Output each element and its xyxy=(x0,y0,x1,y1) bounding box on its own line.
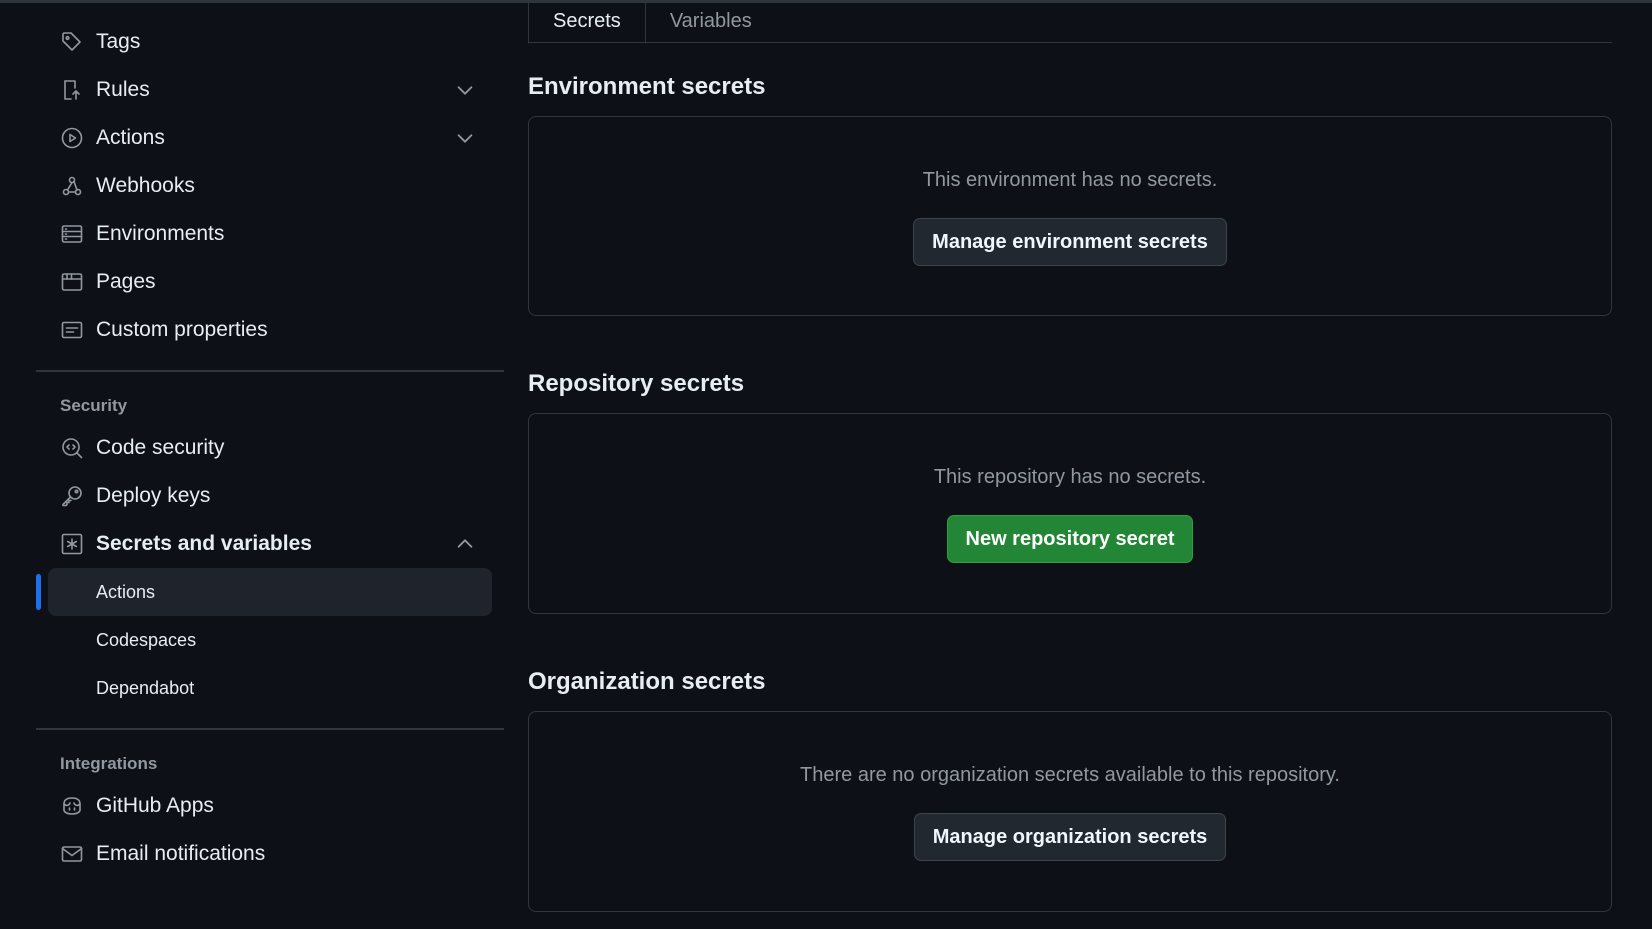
rules-icon xyxy=(60,78,84,102)
sidebar-subitem-codespaces[interactable]: Codespaces xyxy=(48,616,492,664)
chevron-up-icon[interactable] xyxy=(454,533,476,555)
sidebar-item-label: Secrets and variables xyxy=(96,532,312,555)
sidebar-item-tags[interactable]: Tags xyxy=(36,18,504,66)
sidebar-item-actions[interactable]: Actions xyxy=(36,114,504,162)
sidebar-item-label: Actions xyxy=(96,126,165,149)
tab-variables[interactable]: Variables xyxy=(646,0,776,43)
sidebar-item-custom-properties[interactable]: Custom properties xyxy=(36,306,504,354)
sidebar-item-rules[interactable]: Rules xyxy=(36,66,504,114)
sidebar-item-webhooks[interactable]: Webhooks xyxy=(36,162,504,210)
secrets-tabs: Secrets Variables xyxy=(528,0,1612,44)
sidebar-item-label: Rules xyxy=(96,78,150,101)
tab-secrets[interactable]: Secrets xyxy=(528,0,646,44)
security-section-title: Security xyxy=(60,396,128,415)
organization-empty-message: There are no organization secrets availa… xyxy=(800,763,1340,786)
sidebar-item-label: Email notifications xyxy=(96,842,266,865)
sidebar-item-label: GitHub Apps xyxy=(96,794,214,817)
manage-environment-secrets-button[interactable]: Manage environment secrets xyxy=(913,218,1227,266)
sidebar-item-label: Pages xyxy=(96,270,156,293)
key-icon xyxy=(60,484,84,508)
sidebar-subitem-label: Actions xyxy=(96,581,156,602)
sidebar-subitem-label: Dependabot xyxy=(96,677,195,698)
organization-secrets-panel: There are no organization secrets availa… xyxy=(528,711,1612,912)
sidebar-item-label: Environments xyxy=(96,222,225,245)
repository-secrets-heading: Repository secrets xyxy=(528,370,745,397)
copilot-icon xyxy=(60,794,84,818)
sidebar-item-label: Custom properties xyxy=(96,318,268,341)
asterisk-icon xyxy=(60,532,84,556)
new-repository-secret-button[interactable]: New repository secret xyxy=(946,515,1194,563)
sidebar-item-label: Tags xyxy=(96,30,141,53)
sidebar-item-code-security[interactable]: Code security xyxy=(36,424,504,472)
settings-sidebar: Tags Rules Actions Webhooks Environments xyxy=(36,18,504,878)
organization-secrets-heading: Organization secrets xyxy=(528,668,766,695)
sidebar-item-secrets-and-variables[interactable]: Secrets and variables xyxy=(36,520,504,568)
sidebar-item-pages[interactable]: Pages xyxy=(36,258,504,306)
sidebar-item-label: Code security xyxy=(96,436,225,459)
active-indicator xyxy=(36,574,41,610)
sidebar-item-label: Webhooks xyxy=(96,174,195,197)
mail-icon xyxy=(60,842,84,866)
integrations-section-title: Integrations xyxy=(60,754,158,773)
play-icon xyxy=(60,126,84,150)
sidebar-subitem-actions[interactable]: Actions xyxy=(36,568,492,616)
environment-empty-message: This environment has no secrets. xyxy=(922,168,1218,191)
tag-icon xyxy=(60,30,84,54)
webhook-icon xyxy=(60,174,84,198)
repository-secrets-panel: This repository has no secrets. New repo… xyxy=(528,413,1612,614)
sidebar-item-label: Deploy keys xyxy=(96,484,211,507)
sidebar-item-email-notifications[interactable]: Email notifications xyxy=(36,830,504,878)
environment-secrets-heading: Environment secrets xyxy=(528,73,766,100)
environment-secrets-panel: This environment has no secrets. Manage … xyxy=(528,116,1612,316)
chevron-down-icon[interactable] xyxy=(454,127,476,149)
sidebar-subitem-dependabot[interactable]: Dependabot xyxy=(48,664,492,712)
sidebar-item-github-apps[interactable]: GitHub Apps xyxy=(36,782,504,830)
sidebar-subitem-label: Codespaces xyxy=(96,629,197,650)
sidebar-divider xyxy=(36,370,504,372)
repository-empty-message: This repository has no secrets. xyxy=(933,465,1207,488)
browser-icon xyxy=(60,270,84,294)
chevron-down-icon[interactable] xyxy=(454,79,476,101)
sidebar-divider xyxy=(36,728,504,730)
manage-organization-secrets-button[interactable]: Manage organization secrets xyxy=(913,813,1227,861)
secrets-main: Secrets Variables Environment secrets Th… xyxy=(528,0,1612,912)
sidebar-item-deploy-keys[interactable]: Deploy keys xyxy=(36,472,504,520)
sidebar-item-environments[interactable]: Environments xyxy=(36,210,504,258)
note-icon xyxy=(60,318,84,342)
codescan-icon xyxy=(60,436,84,460)
server-icon xyxy=(60,222,84,246)
